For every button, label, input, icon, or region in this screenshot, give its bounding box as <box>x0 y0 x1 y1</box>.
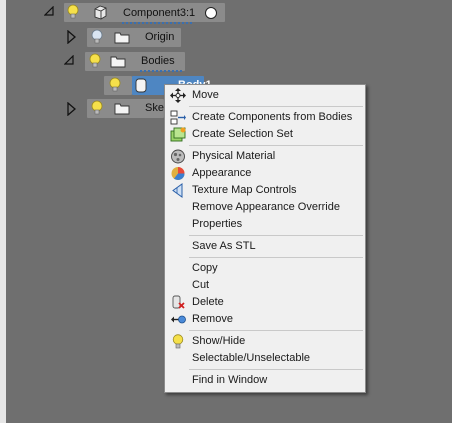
menu-item-selectable[interactable]: Selectable/Unselectable <box>165 350 365 367</box>
menu-item-delete[interactable]: Delete <box>165 294 365 311</box>
activate-radio-icon[interactable] <box>204 6 218 20</box>
left-panel-edge <box>0 0 6 423</box>
menu-item-find-in-window[interactable]: Find in Window <box>165 372 365 389</box>
remove-icon <box>171 315 186 324</box>
lightbulb-icon[interactable] <box>66 4 80 21</box>
appearance-icon <box>171 167 185 180</box>
menu-item-texture-map[interactable]: Texture Map Controls <box>165 182 365 199</box>
link-underline <box>140 68 182 72</box>
component-icon <box>94 5 107 20</box>
menu-separator <box>189 106 363 107</box>
menu-item-remove-appearance-override[interactable]: Remove Appearance Override <box>165 199 365 216</box>
move-icon <box>170 88 186 103</box>
menu-separator <box>189 330 363 331</box>
body-icon <box>135 78 147 93</box>
menu-separator <box>189 235 363 236</box>
link-underline <box>122 20 192 24</box>
menu-item-physical-material[interactable]: Physical Material <box>165 148 365 165</box>
lightbulb-icon[interactable] <box>88 53 102 70</box>
menu-item-save-as-stl[interactable]: Save As STL <box>165 238 365 255</box>
physical-material-icon <box>171 149 185 164</box>
tree-label-origin: Origin <box>145 31 175 43</box>
lightbulb-icon <box>172 334 184 349</box>
folder-icon <box>114 32 130 44</box>
menu-item-create-selection-set[interactable]: Create Selection Set <box>165 126 365 143</box>
context-menu: Move Create Components from Bodies Creat… <box>164 84 366 393</box>
menu-item-create-components[interactable]: Create Components from Bodies <box>165 109 365 126</box>
menu-separator <box>189 369 363 370</box>
menu-item-appearance[interactable]: Appearance <box>165 165 365 182</box>
menu-item-show-hide[interactable]: Show/Hide <box>165 333 365 350</box>
menu-item-move[interactable]: Move <box>165 87 365 104</box>
collapse-arrow-icon[interactable] <box>44 6 54 16</box>
selection-set-icon <box>170 127 186 142</box>
expand-arrow-icon[interactable] <box>66 30 76 44</box>
expand-arrow-icon[interactable] <box>66 102 76 116</box>
texture-map-icon <box>172 183 183 198</box>
menu-item-cut[interactable]: Cut <box>165 277 365 294</box>
menu-item-remove[interactable]: Remove <box>165 311 365 328</box>
folder-icon <box>114 103 130 115</box>
lightbulb-icon[interactable] <box>108 77 122 94</box>
collapse-arrow-icon[interactable] <box>64 55 74 65</box>
folder-icon <box>110 56 126 68</box>
menu-separator <box>189 145 363 146</box>
create-components-icon <box>170 110 186 125</box>
menu-item-copy[interactable]: Copy <box>165 260 365 277</box>
lightbulb-off-icon[interactable] <box>90 29 104 46</box>
delete-icon <box>172 295 185 309</box>
menu-item-properties[interactable]: Properties <box>165 216 365 233</box>
menu-separator <box>189 257 363 258</box>
lightbulb-icon[interactable] <box>90 100 104 117</box>
